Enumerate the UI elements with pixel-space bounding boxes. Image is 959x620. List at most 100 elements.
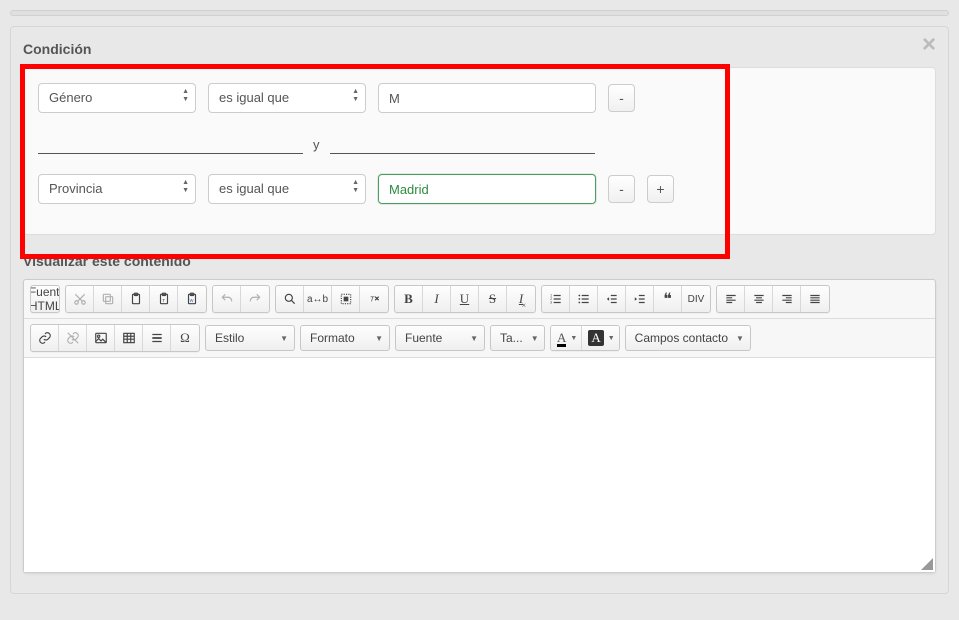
replace-button[interactable]: a↔b bbox=[304, 286, 332, 312]
svg-text:3: 3 bbox=[550, 301, 552, 305]
underline-icon: U bbox=[460, 291, 469, 307]
paste-text-button[interactable]: T bbox=[150, 286, 178, 312]
condition-title: Condición bbox=[23, 41, 936, 57]
find-button[interactable] bbox=[276, 286, 304, 312]
copy-button[interactable] bbox=[94, 286, 122, 312]
align-justify-button[interactable] bbox=[801, 286, 829, 312]
table-icon bbox=[122, 331, 136, 345]
select-all-button[interactable] bbox=[332, 286, 360, 312]
outdent-button[interactable] bbox=[598, 286, 626, 312]
paste-icon bbox=[129, 292, 143, 306]
resize-handle[interactable] bbox=[921, 558, 933, 570]
bg-color-button[interactable]: A ▼ bbox=[581, 326, 618, 350]
toolbar-group: Ω bbox=[30, 324, 200, 352]
blockquote-button[interactable]: ❝ bbox=[654, 286, 682, 312]
text-color-icon: A bbox=[557, 331, 566, 346]
select-all-icon bbox=[339, 292, 353, 306]
align-right-icon bbox=[780, 292, 794, 306]
bold-button[interactable]: B bbox=[395, 286, 423, 312]
image-icon bbox=[94, 331, 108, 345]
operator-select[interactable]: es igual que ▲▼ bbox=[208, 83, 366, 113]
source-button-label: Fuente HTML bbox=[30, 285, 60, 313]
cut-icon bbox=[73, 292, 87, 306]
table-button[interactable] bbox=[115, 325, 143, 351]
remove-format-button[interactable]: T bbox=[360, 286, 388, 312]
ordered-list-button[interactable]: 123 bbox=[542, 286, 570, 312]
condition-row: Género ▲▼ es igual que ▲▼ - bbox=[38, 83, 921, 113]
toolbar-group: A ▼ A ▼ bbox=[550, 325, 620, 351]
bold-icon: B bbox=[404, 291, 413, 307]
replace-icon: a↔b bbox=[307, 294, 328, 305]
strike-button[interactable]: S bbox=[479, 286, 507, 312]
hr-button[interactable] bbox=[143, 325, 171, 351]
remove-condition-button[interactable]: - bbox=[608, 175, 635, 203]
size-select[interactable]: Ta... ▼ bbox=[490, 325, 545, 351]
cut-button[interactable] bbox=[66, 286, 94, 312]
close-condition-icon[interactable]: × bbox=[922, 33, 936, 57]
svg-text:W: W bbox=[190, 298, 194, 303]
toolbar-group bbox=[716, 285, 830, 313]
paste-word-button[interactable]: W bbox=[178, 286, 206, 312]
join-line bbox=[38, 153, 303, 154]
text-color-button[interactable]: A ▼ bbox=[551, 326, 581, 350]
source-button[interactable]: Fuente HTML bbox=[31, 286, 59, 312]
link-button[interactable] bbox=[31, 325, 59, 351]
image-button[interactable] bbox=[87, 325, 115, 351]
value-input[interactable] bbox=[378, 174, 596, 204]
italic-button[interactable]: I bbox=[423, 286, 451, 312]
font-select-label: Fuente bbox=[405, 331, 442, 345]
font-select[interactable]: Fuente ▼ bbox=[395, 325, 485, 351]
italic-icon: I bbox=[434, 291, 438, 307]
add-condition-button[interactable]: + bbox=[647, 175, 674, 203]
toolbar-group: a↔b T bbox=[275, 285, 389, 313]
align-justify-icon bbox=[808, 292, 822, 306]
toolbar-group: Fuente HTML bbox=[30, 285, 60, 313]
align-center-button[interactable] bbox=[745, 286, 773, 312]
operator-select[interactable]: es igual que ▲▼ bbox=[208, 174, 366, 204]
clear-format-icon: I× bbox=[519, 291, 523, 307]
chevron-down-icon: ▼ bbox=[280, 334, 288, 343]
operator-select-value: es igual que bbox=[219, 181, 289, 196]
join-line bbox=[330, 153, 595, 154]
editor-toolbar-row-1: Fuente HTML T W a↔b T B bbox=[24, 280, 935, 319]
align-left-button[interactable] bbox=[717, 286, 745, 312]
search-icon bbox=[283, 292, 297, 306]
field-select[interactable]: Género ▲▼ bbox=[38, 83, 196, 113]
unlink-button[interactable] bbox=[59, 325, 87, 351]
contact-fields-select[interactable]: Campos contacto ▼ bbox=[625, 325, 751, 351]
editor-toolbar-row-2: Ω Estilo ▼ Formato ▼ Fuente ▼ Ta... ▼ A bbox=[24, 319, 935, 357]
paste-button[interactable] bbox=[122, 286, 150, 312]
remove-condition-button[interactable]: - bbox=[608, 84, 635, 112]
field-select-value: Provincia bbox=[49, 181, 102, 196]
link-icon bbox=[38, 331, 52, 345]
div-button[interactable]: DIV bbox=[682, 286, 710, 312]
unlink-icon bbox=[66, 331, 80, 345]
format-select-label: Formato bbox=[310, 331, 355, 345]
paste-text-icon: T bbox=[157, 292, 171, 306]
redo-icon bbox=[248, 292, 262, 306]
select-arrows-icon: ▲▼ bbox=[352, 179, 359, 195]
format-select[interactable]: Formato ▼ bbox=[300, 325, 390, 351]
clear-format-button[interactable]: I× bbox=[507, 286, 535, 312]
select-arrows-icon: ▲▼ bbox=[352, 88, 359, 104]
toolbar-group: 123 ❝ DIV bbox=[541, 285, 711, 313]
field-select[interactable]: Provincia ▲▼ bbox=[38, 174, 196, 204]
redo-button[interactable] bbox=[241, 286, 269, 312]
align-center-icon bbox=[752, 292, 766, 306]
chevron-down-icon: ▼ bbox=[608, 335, 615, 342]
chevron-down-icon: ▼ bbox=[531, 334, 539, 343]
content-title: Visualizar este contenido bbox=[23, 253, 936, 269]
join-label: y bbox=[313, 137, 320, 154]
value-input[interactable] bbox=[378, 83, 596, 113]
underline-button[interactable]: U bbox=[451, 286, 479, 312]
style-select[interactable]: Estilo ▼ bbox=[205, 325, 295, 351]
align-right-button[interactable] bbox=[773, 286, 801, 312]
condition-box: Género ▲▼ es igual que ▲▼ - y Provincia … bbox=[23, 67, 936, 235]
unordered-list-button[interactable] bbox=[570, 286, 598, 312]
toolbar-group: B I U S I× bbox=[394, 285, 536, 313]
undo-button[interactable] bbox=[213, 286, 241, 312]
field-select-value: Género bbox=[49, 90, 92, 105]
special-char-button[interactable]: Ω bbox=[171, 325, 199, 351]
editor-content-area[interactable] bbox=[24, 357, 935, 572]
indent-button[interactable] bbox=[626, 286, 654, 312]
